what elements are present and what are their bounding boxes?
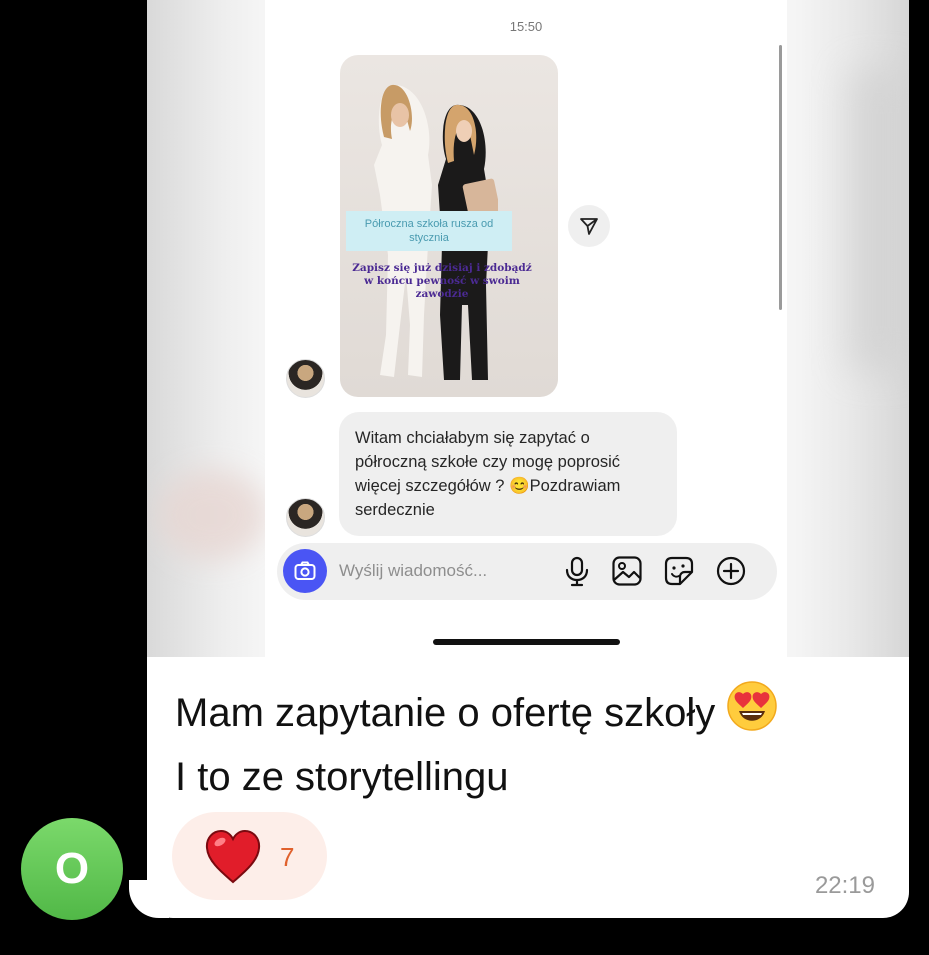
chat-timestamp: 15:50 xyxy=(509,19,543,34)
microphone-icon[interactable] xyxy=(561,555,593,587)
message-time: 22:19 xyxy=(814,872,875,899)
camera-button[interactable] xyxy=(283,549,327,593)
message-text: Mam zapytanie o ofertę szkoły I to ze st… xyxy=(175,680,895,806)
incoming-message: Witam chciałabym się zapytać o półroczną… xyxy=(339,412,677,536)
story-caption-bottom: Zapisz się już dzisiaj i zdobądź w końcu… xyxy=(352,262,532,300)
home-indicator xyxy=(433,639,620,645)
share-button[interactable] xyxy=(568,205,610,247)
message-input[interactable]: Wyślij wiadomość... xyxy=(339,561,487,581)
story-caption-top: Półroczna szkoła rusza od stycznia xyxy=(346,211,512,251)
story-reply-image: Półroczna szkoła rusza od stycznia Zapis… xyxy=(340,55,558,397)
reaction-count: 7 xyxy=(280,842,295,872)
heart-icon xyxy=(205,829,261,884)
message-bubble[interactable]: 15:50 Półroczna szkoła rusza od stycznia… xyxy=(147,0,909,918)
camera-icon xyxy=(294,561,316,580)
sender-avatar[interactable]: O xyxy=(21,818,123,920)
heart-eyes-emoji-icon xyxy=(726,680,778,748)
heart-reaction[interactable]: 7 xyxy=(172,812,327,900)
attached-screenshot[interactable]: 15:50 Półroczna szkoła rusza od stycznia… xyxy=(147,0,909,657)
instagram-chat-screen: 15:50 Półroczna szkoła rusza od stycznia… xyxy=(265,0,787,657)
plus-icon[interactable] xyxy=(715,555,747,587)
scrollbar xyxy=(779,45,782,310)
background-blur-right xyxy=(849,70,909,370)
message-line-2: I to ze storytellingu xyxy=(175,755,509,799)
share-icon xyxy=(580,218,598,235)
avatar xyxy=(286,498,325,537)
message-line-1: Mam zapytanie o ofertę szkoły xyxy=(175,691,716,735)
message-composer[interactable]: Wyślij wiadomość... xyxy=(277,543,777,600)
avatar xyxy=(286,359,325,398)
gallery-icon[interactable] xyxy=(611,555,643,587)
background-blur xyxy=(157,470,267,560)
sticker-icon[interactable] xyxy=(663,555,695,587)
